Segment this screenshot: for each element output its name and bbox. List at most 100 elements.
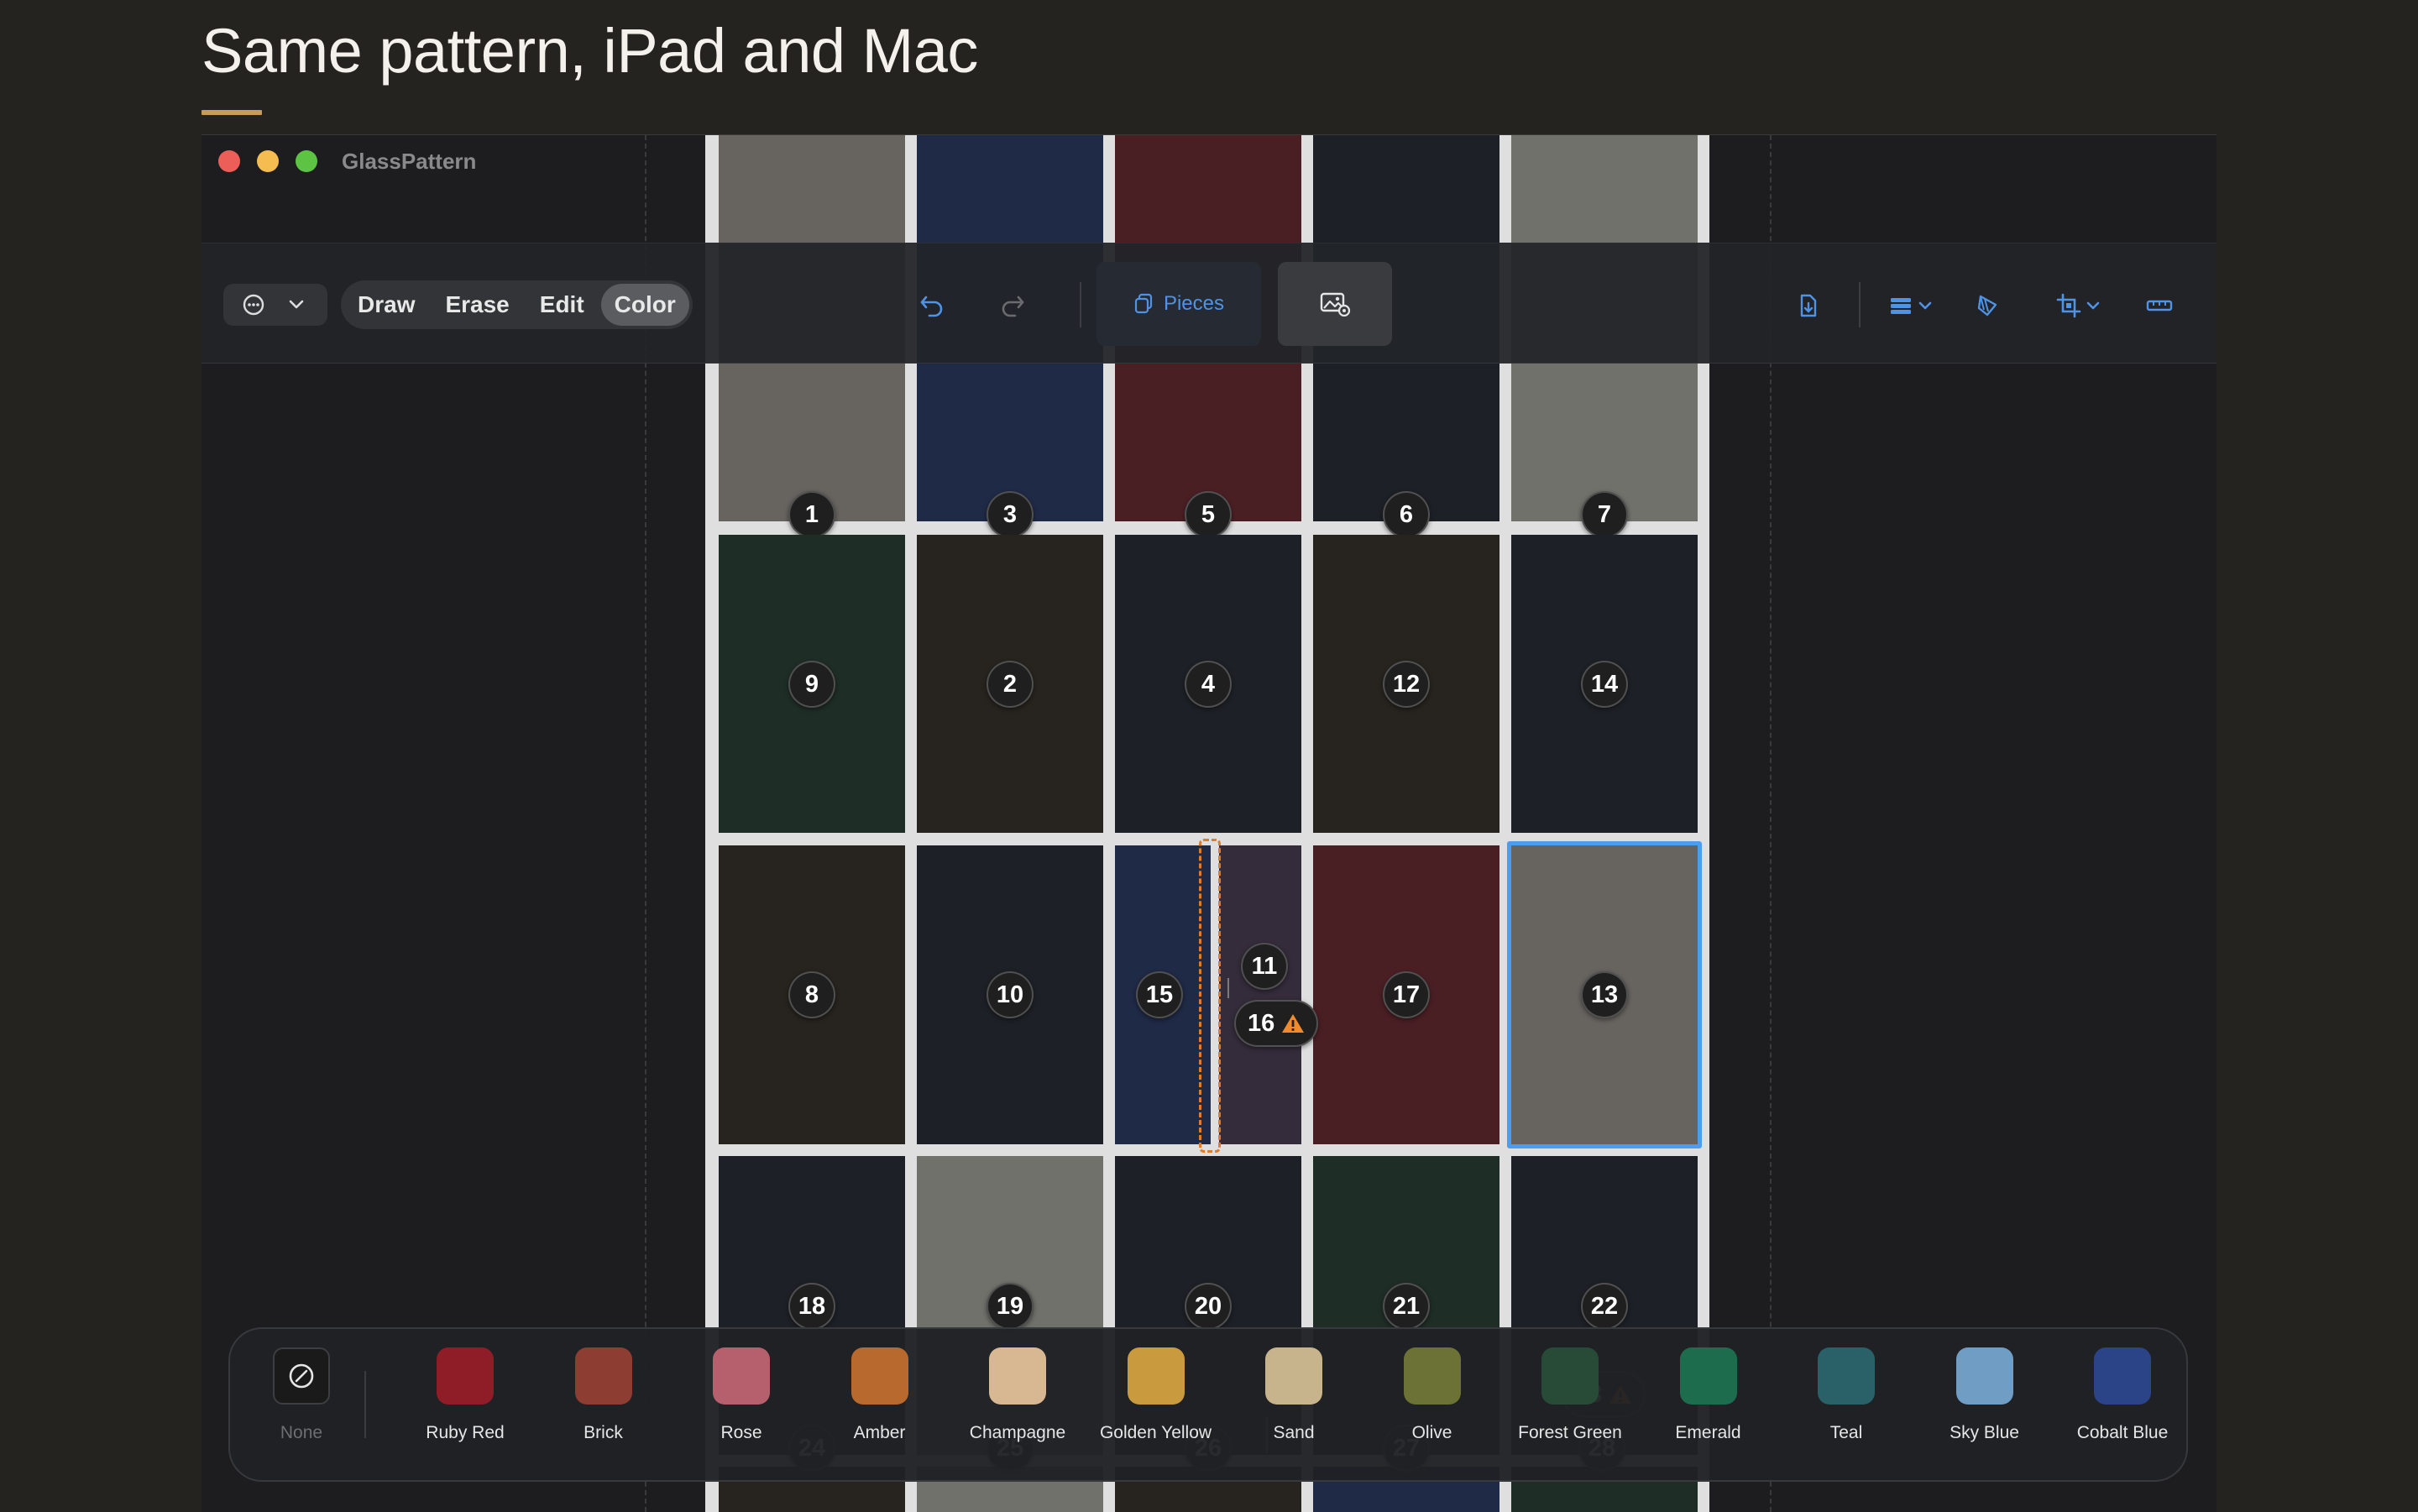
chevron-down-icon [289, 300, 304, 310]
swatch-golden-yellow[interactable]: Golden Yellow [1085, 1347, 1227, 1443]
piece-number: 14 [1590, 670, 1619, 698]
color-chip [1955, 1347, 2013, 1405]
swatch-label: Ruby Red [426, 1423, 505, 1442]
zoom-window-button[interactable] [296, 150, 317, 172]
piece-badge-1[interactable]: 1 [788, 491, 835, 538]
piece-number: 15 [1145, 981, 1174, 1008]
photo-settings-icon [1320, 292, 1351, 317]
no-color-icon [289, 1363, 314, 1389]
palette-divider [364, 1371, 366, 1438]
swatch-label: Amber [853, 1423, 906, 1442]
color-chip [989, 1347, 1046, 1405]
mode-segmented-control: Draw Erase Edit Color [341, 280, 693, 329]
color-chip [1679, 1347, 1737, 1405]
color-chip [1265, 1347, 1322, 1405]
color-chip [1818, 1347, 1875, 1405]
piece-badge-16[interactable]: 16 [1234, 1000, 1319, 1047]
piece-badge-17[interactable]: 17 [1383, 971, 1430, 1018]
piece-badge-5[interactable]: 5 [1185, 491, 1232, 538]
swatch-label: None [280, 1423, 323, 1442]
piece-number: 17 [1392, 981, 1421, 1008]
edit-mode-button[interactable]: Edit [526, 284, 598, 326]
piece-badge-4[interactable]: 4 [1185, 661, 1232, 708]
piece-badge-19[interactable]: 19 [987, 1283, 1034, 1330]
piece-number: 22 [1590, 1292, 1619, 1320]
selection-outline [1507, 841, 1702, 1148]
warning-icon [1282, 1014, 1305, 1033]
reference-image-button[interactable] [1278, 262, 1392, 346]
swatch-label: Golden Yellow [1099, 1423, 1212, 1442]
document-download-icon [1800, 294, 1817, 317]
color-palette: None Ruby Red Brick Rose Amber Champagne Gold… [228, 1327, 2188, 1482]
slide-title: Same pattern, iPad and Mac [202, 16, 978, 86]
color-chip [1127, 1347, 1185, 1405]
color-chip [437, 1347, 494, 1405]
color-chip [1541, 1347, 1599, 1405]
piece-number: 8 [804, 981, 819, 1008]
erase-mode-button[interactable]: Erase [432, 284, 522, 326]
piece-badge-12[interactable]: 12 [1383, 661, 1430, 708]
swatch-cobalt-blue[interactable]: Cobalt Blue [2051, 1347, 2194, 1443]
piece-badge-10[interactable]: 10 [987, 971, 1034, 1018]
color-mode-button[interactable]: Color [600, 284, 689, 326]
piece-badge-18[interactable]: 18 [788, 1283, 835, 1330]
paint-bucket-icon [1977, 295, 1997, 317]
swatch-olive[interactable]: Olive [1361, 1347, 1504, 1443]
swatch-brick[interactable]: Brick [532, 1347, 675, 1443]
swatch-forest-green[interactable]: Forest Green [1499, 1347, 1641, 1443]
swatch-ruby-red[interactable]: Ruby Red [394, 1347, 536, 1443]
ruler-button[interactable] [2141, 287, 2178, 324]
piece-badge-11[interactable]: 11 [1241, 943, 1288, 990]
piece-badge-2[interactable]: 2 [987, 661, 1034, 708]
piece-badge-14[interactable]: 14 [1581, 661, 1628, 708]
minimize-window-button[interactable] [257, 150, 279, 172]
problem-seam-outline [1199, 839, 1221, 1153]
color-chip [850, 1347, 908, 1405]
fill-style-button[interactable] [1970, 287, 2007, 324]
layers-menu-button[interactable] [1881, 287, 1939, 324]
piece-number: 12 [1392, 670, 1421, 698]
export-button[interactable] [1790, 287, 1827, 324]
piece-number: 16 [1248, 1009, 1275, 1037]
swatch-label: Emerald [1675, 1423, 1741, 1442]
toolbar-divider [1859, 282, 1861, 327]
close-window-button[interactable] [218, 150, 240, 172]
piece-badge-15[interactable]: 15 [1136, 971, 1183, 1018]
piece-badge-20[interactable]: 20 [1185, 1283, 1232, 1330]
piece-number: 20 [1194, 1292, 1222, 1320]
swatch-none[interactable]: None [230, 1347, 373, 1443]
color-chip [713, 1347, 770, 1405]
swatch-sky-blue[interactable]: Sky Blue [1913, 1347, 2056, 1443]
piece-number: 19 [996, 1292, 1024, 1320]
copy-pieces-icon [1134, 293, 1153, 314]
redo-button[interactable] [994, 287, 1031, 324]
crop-menu-button[interactable] [2049, 287, 2107, 324]
glass-piece-11[interactable] [1219, 845, 1301, 1144]
ruler-icon [2146, 300, 2173, 311]
swatch-label: Sky Blue [1950, 1423, 2019, 1442]
piece-badge-9[interactable]: 9 [788, 661, 835, 708]
ellipsis-circle-icon [242, 293, 265, 317]
piece-badge-21[interactable]: 21 [1383, 1283, 1430, 1330]
piece-badge-22[interactable]: 22 [1581, 1283, 1628, 1330]
piece-badge-6[interactable]: 6 [1383, 491, 1430, 538]
swatch-teal[interactable]: Teal [1775, 1347, 1918, 1443]
piece-number: 18 [798, 1292, 826, 1320]
swatch-champagne[interactable]: Champagne [946, 1347, 1089, 1443]
undo-button[interactable] [913, 287, 950, 324]
piece-number: 21 [1392, 1292, 1421, 1320]
piece-badge-7[interactable]: 7 [1581, 491, 1628, 538]
color-chip [1403, 1347, 1461, 1405]
swatch-sand[interactable]: Sand [1222, 1347, 1365, 1443]
pieces-button[interactable]: Pieces [1096, 262, 1261, 346]
piece-badge-3[interactable]: 3 [987, 491, 1034, 538]
piece-number: 10 [996, 981, 1024, 1008]
badge-connector [1227, 978, 1229, 998]
swatch-amber[interactable]: Amber [809, 1347, 951, 1443]
swatch-emerald[interactable]: Emerald [1637, 1347, 1780, 1443]
swatch-rose[interactable]: Rose [670, 1347, 813, 1443]
draw-mode-button[interactable]: Draw [344, 284, 428, 326]
piece-badge-8[interactable]: 8 [788, 971, 835, 1018]
more-menu-button[interactable] [223, 284, 327, 326]
swatch-label: Rose [720, 1423, 762, 1442]
